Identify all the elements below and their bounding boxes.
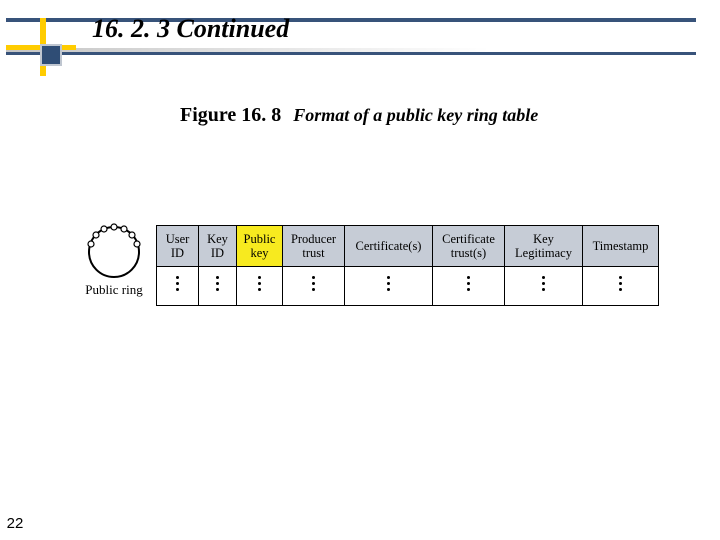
cell-ellipsis xyxy=(433,267,505,306)
public-ring-label: Public ring xyxy=(78,282,150,298)
th-cert-trust: Certificatetrust(s) xyxy=(433,226,505,267)
th-timestamp: Timestamp xyxy=(583,226,659,267)
table-header-row: UserID KeyID Publickey Producertrust Cer… xyxy=(157,226,659,267)
figure-description: Format of a public key ring table xyxy=(293,105,538,125)
th-public-key: Publickey xyxy=(237,226,283,267)
th-producer-trust: Producertrust xyxy=(283,226,345,267)
th-key-id: KeyID xyxy=(199,226,237,267)
th-certificates: Certificate(s) xyxy=(345,226,433,267)
page-number: 22 xyxy=(0,515,30,532)
th-key-legitimacy: KeyLegitimacy xyxy=(505,226,583,267)
cell-ellipsis xyxy=(505,267,583,306)
figure-label: Figure 16. 8 xyxy=(180,104,281,126)
table-row xyxy=(157,267,659,306)
header-bullet xyxy=(42,46,60,64)
th-user-id: UserID xyxy=(157,226,199,267)
ring-icon xyxy=(80,222,148,280)
public-key-ring-table: UserID KeyID Publickey Producertrust Cer… xyxy=(156,225,659,306)
cell-ellipsis xyxy=(583,267,659,306)
public-ring-graphic: Public ring xyxy=(78,222,150,298)
cell-ellipsis xyxy=(283,267,345,306)
cell-ellipsis xyxy=(237,267,283,306)
header-rule-bottom xyxy=(6,52,696,55)
cell-ellipsis xyxy=(199,267,237,306)
figure-caption: Figure 16. 8 Format of a public key ring… xyxy=(180,104,538,127)
section-title: 16. 2. 3 Continued xyxy=(92,14,289,44)
cell-ellipsis xyxy=(345,267,433,306)
cell-ellipsis xyxy=(157,267,199,306)
